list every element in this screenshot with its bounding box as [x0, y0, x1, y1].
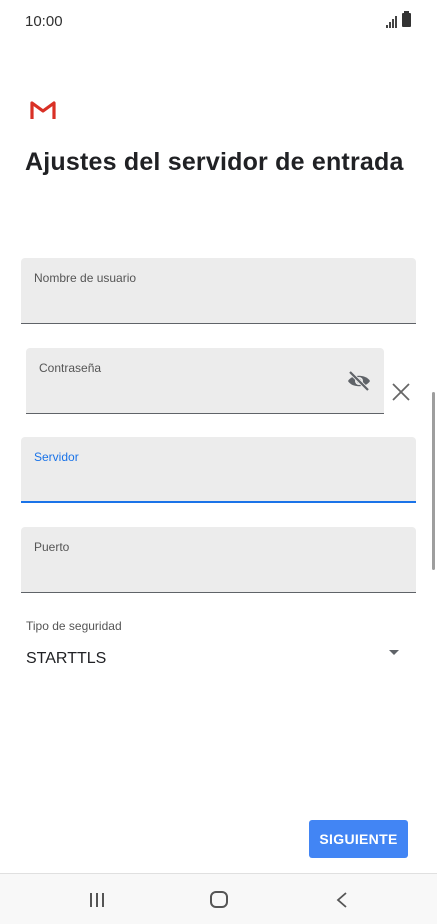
gmail-logo [30, 101, 56, 119]
back-icon[interactable] [334, 891, 350, 909]
security-type-label: Tipo de seguridad [26, 619, 122, 633]
status-time: 10:00 [25, 13, 63, 30]
password-label: Contraseña [39, 361, 102, 375]
navigation-bar [0, 873, 437, 924]
eye-off-icon[interactable] [346, 370, 372, 392]
home-icon[interactable] [210, 891, 228, 908]
next-button[interactable]: SIGUIENTE [309, 820, 408, 858]
username-field[interactable]: Nombre de usuario [21, 258, 416, 324]
page-title: Ajustes del servidor de entrada [25, 148, 404, 176]
security-type-select[interactable]: STARTTLS [26, 650, 106, 668]
battery-icon [402, 11, 411, 27]
server-label: Servidor [34, 450, 79, 464]
username-label: Nombre de usuario [34, 271, 137, 285]
port-field[interactable]: Puerto [21, 527, 416, 593]
signal-icon [386, 16, 398, 28]
recents-icon[interactable] [90, 893, 106, 907]
scroll-indicator[interactable] [432, 392, 435, 570]
dropdown-arrow-icon[interactable] [389, 650, 399, 655]
password-field[interactable]: Contraseña [26, 348, 384, 414]
server-field[interactable]: Servidor [21, 437, 416, 503]
port-label: Puerto [34, 540, 70, 554]
clear-icon[interactable] [391, 382, 411, 402]
status-bar: 10:00 [0, 0, 437, 44]
